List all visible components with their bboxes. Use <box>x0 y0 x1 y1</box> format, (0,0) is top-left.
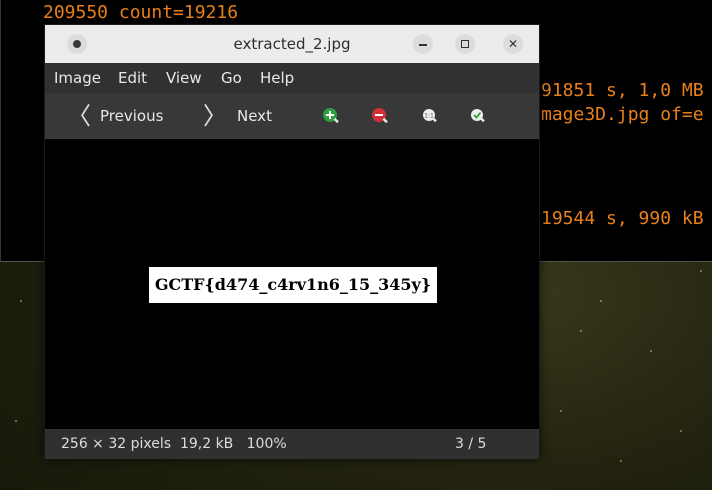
terminal-line: 19544 s, 990 kB <box>541 208 704 229</box>
chevron-left-icon: 〈 <box>67 102 91 130</box>
maximize-button[interactable] <box>455 34 475 54</box>
image-position: 3 / 5 <box>455 436 487 452</box>
terminal-line: mage3D.jpg of=e <box>541 104 704 125</box>
image-canvas[interactable]: GCTF{d474_c4rv1n6_15_345y} <box>45 139 539 429</box>
menu-image[interactable]: Image <box>54 63 101 93</box>
minimize-icon <box>419 44 427 46</box>
close-button[interactable]: ✕ <box>503 34 523 54</box>
menu-view[interactable]: View <box>166 63 202 93</box>
next-label: Next <box>237 107 272 125</box>
previous-label: Previous <box>100 107 164 125</box>
terminal-line: 91851 s, 1,0 MB <box>541 80 704 101</box>
menu-bar: Image Edit View Go Help <box>45 63 539 93</box>
chevron-right-icon: 〉 <box>203 102 227 130</box>
zoom-fit-icon[interactable] <box>469 107 487 125</box>
menu-edit[interactable]: Edit <box>118 63 147 93</box>
image-viewer-window: extracted_2.jpg ✕ Image Edit View Go Hel… <box>44 24 540 459</box>
terminal-line: 209550 count=19216 <box>43 2 239 23</box>
status-bar: 256 × 32 pixels 19,2 kB 100% 3 / 5 <box>45 429 539 459</box>
image-info: 256 × 32 pixels 19,2 kB 100% <box>61 436 287 452</box>
previous-button[interactable]: 〈 Previous <box>65 93 175 139</box>
menu-help[interactable]: Help <box>260 63 294 93</box>
zoom-normal-icon[interactable]: 1:1 <box>421 107 439 125</box>
zoom-in-icon[interactable] <box>322 107 340 125</box>
next-button[interactable]: 〉 Next <box>203 93 283 139</box>
toolbar: 〈 Previous 〉 Next 1:1 <box>45 93 539 139</box>
minimize-button[interactable] <box>413 34 433 54</box>
title-bar[interactable]: extracted_2.jpg ✕ <box>45 25 539 64</box>
close-icon: ✕ <box>507 37 519 51</box>
displayed-image-text: GCTF{d474_c4rv1n6_15_345y} <box>149 267 437 303</box>
menu-go[interactable]: Go <box>221 63 242 93</box>
maximize-icon <box>461 40 469 48</box>
zoom-out-icon[interactable] <box>371 107 389 125</box>
